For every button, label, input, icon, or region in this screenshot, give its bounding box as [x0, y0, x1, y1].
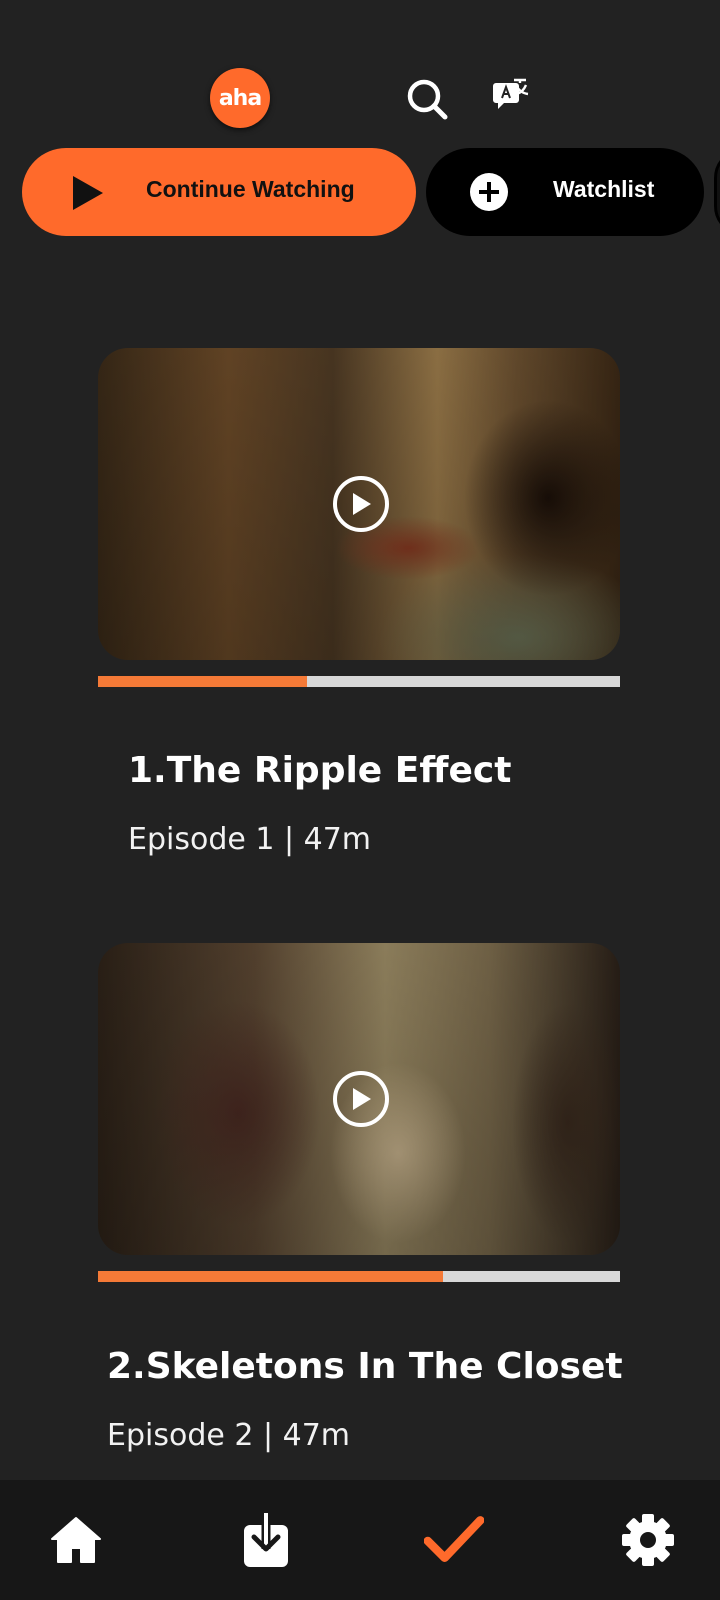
continue-watching-button[interactable]: Continue Watching: [22, 148, 416, 236]
top-bar: aha: [0, 0, 720, 140]
play-icon[interactable]: [333, 1071, 389, 1127]
progress-fill: [98, 676, 307, 687]
plus-circle-icon: [470, 173, 508, 217]
watchlist-button[interactable]: Watchlist: [426, 148, 704, 236]
translate-icon[interactable]: [489, 74, 535, 120]
episode-1-thumbnail[interactable]: [98, 348, 620, 660]
search-icon[interactable]: [404, 76, 450, 122]
watchlist-label: Watchlist: [553, 176, 655, 202]
action-buttons-row: Continue Watching Watchlist: [22, 148, 720, 236]
download-icon[interactable]: [236, 1508, 296, 1572]
episode-1-title[interactable]: 1.The Ripple Effect: [128, 750, 511, 791]
episode-2-title[interactable]: 2.Skeletons In The Closet: [107, 1346, 623, 1387]
play-icon[interactable]: [333, 476, 389, 532]
bottom-navigation: [0, 1480, 720, 1600]
episode-1-meta: Episode 1 | 47m: [128, 822, 372, 857]
home-icon[interactable]: [46, 1508, 106, 1572]
play-icon: [70, 174, 106, 218]
watchlist-check-icon[interactable]: [424, 1508, 484, 1572]
episode-2-meta: Episode 2 | 47m: [107, 1418, 351, 1453]
continue-watching-label: Continue Watching: [146, 176, 355, 202]
episode-1-progress-bar: [98, 676, 620, 687]
settings-icon[interactable]: [618, 1508, 678, 1572]
more-actions-button[interactable]: [714, 148, 720, 236]
progress-fill: [98, 1271, 443, 1282]
aha-logo[interactable]: aha: [210, 68, 270, 128]
episode-2-progress-bar: [98, 1271, 620, 1282]
episode-2-thumbnail[interactable]: [98, 943, 620, 1255]
logo-text: aha: [218, 85, 262, 111]
